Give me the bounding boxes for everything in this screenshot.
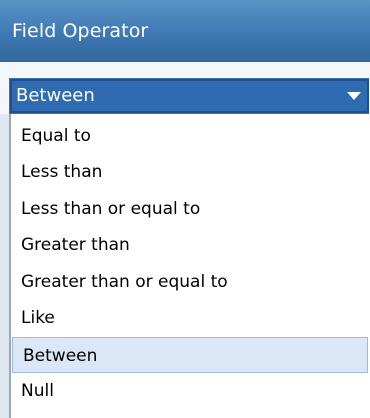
option-null[interactable]: Null xyxy=(11,373,370,409)
option-between[interactable]: Between xyxy=(12,337,368,373)
option-like[interactable]: Like xyxy=(11,300,370,336)
option-greater-than[interactable]: Greater than xyxy=(11,227,370,263)
operator-select-value: Between xyxy=(16,85,95,106)
chevron-down-icon[interactable] xyxy=(347,92,361,100)
option-greater-than-or-equal-to[interactable]: Greater than or equal to xyxy=(11,264,370,300)
panel-left-strip xyxy=(0,114,9,418)
panel-header: Field Operator xyxy=(0,0,370,62)
option-less-than[interactable]: Less than xyxy=(11,154,370,190)
operator-dropdown-list: Equal to Less than Less than or equal to… xyxy=(9,114,370,418)
field-operator-panel: Field Operator Between Equal to Less tha… xyxy=(0,0,370,418)
option-less-than-or-equal-to[interactable]: Less than or equal to xyxy=(11,191,370,227)
operator-select[interactable]: Between xyxy=(9,78,369,114)
option-equal-to[interactable]: Equal to xyxy=(11,118,370,154)
